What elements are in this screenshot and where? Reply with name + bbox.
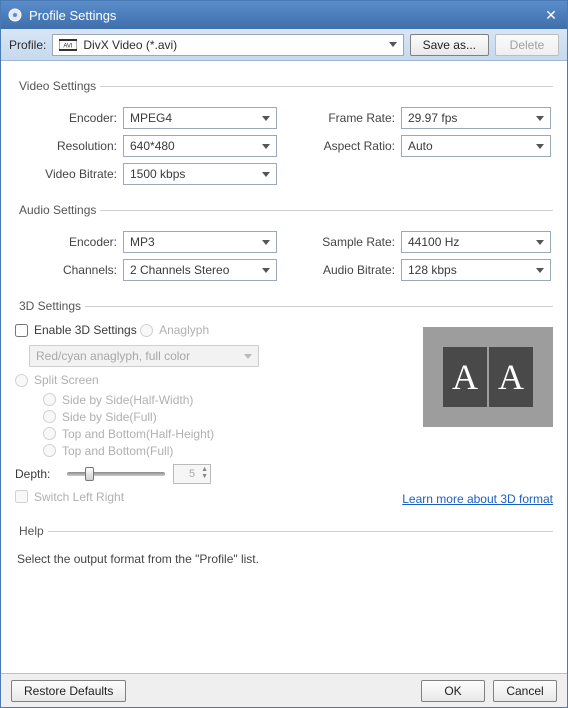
close-button[interactable]: ✕ [541,7,561,24]
resolution-combo[interactable]: 640*480 [123,135,277,157]
help-legend: Help [15,524,48,538]
framerate-combo[interactable]: 29.97 fps [401,107,551,129]
aspect-label: Aspect Ratio: [313,139,401,153]
sample-rate-combo[interactable]: 44100 Hz [401,231,551,253]
profile-settings-dialog: Profile Settings ✕ Profile: AVI DivX Vid… [0,0,568,708]
audio-bitrate-combo[interactable]: 128 kbps [401,259,551,281]
chevron-down-icon [262,172,270,177]
preview-tile-left: A [443,347,487,407]
learn-more-link[interactable]: Learn more about 3D format [402,492,553,506]
profile-toolbar: Profile: AVI DivX Video (*.avi) Save as.… [1,29,567,61]
profile-combobox[interactable]: AVI DivX Video (*.avi) [52,34,403,56]
chevron-down-icon [262,144,270,149]
sbs-full-label: Side by Side(Full) [62,410,157,424]
ok-button[interactable]: OK [421,680,485,702]
delete-label: Delete [510,38,545,52]
channels-combo[interactable]: 2 Channels Stereo [123,259,277,281]
anaglyph-mode-combo: Red/cyan anaglyph, full color [29,345,259,367]
cancel-button[interactable]: Cancel [493,680,557,702]
sbs-half-radio [43,393,56,406]
video-encoder-label: Encoder: [15,111,123,125]
tab-full-radio [43,444,56,457]
3d-settings-group: 3D Settings Enable 3D Settings Anaglyph … [15,299,553,512]
resolution-value: 640*480 [130,139,262,153]
audio-legend: Audio Settings [15,203,100,217]
video-settings-group: Video Settings Encoder: MPEG4 Frame Rate… [15,79,553,191]
tab-full-label: Top and Bottom(Full) [62,444,173,458]
preview-tile-right: A [489,347,533,407]
audio-encoder-combo[interactable]: MP3 [123,231,277,253]
tab-half-label: Top and Bottom(Half-Height) [62,427,214,441]
video-legend: Video Settings [15,79,100,93]
restore-defaults-button[interactable]: Restore Defaults [11,680,126,702]
titlebar: Profile Settings ✕ [1,1,567,29]
chevron-down-icon [262,240,270,245]
video-bitrate-label: Video Bitrate: [15,167,123,181]
ok-label: OK [444,684,461,698]
profile-label: Profile: [9,38,46,52]
chevron-down-icon [389,42,397,47]
dialog-footer: Restore Defaults OK Cancel [1,673,567,707]
chevron-down-icon [536,268,544,273]
audio-encoder-label: Encoder: [15,235,123,249]
switch-lr-checkbox [15,490,28,503]
enable-3d-label: Enable 3D Settings [34,323,137,337]
anaglyph-radio [140,324,153,337]
depth-slider[interactable] [67,472,165,476]
audio-bitrate-value: 128 kbps [408,263,536,277]
chevron-down-icon [262,116,270,121]
help-group: Help Select the output format from the "… [15,524,553,572]
sbs-full-radio [43,410,56,423]
3d-preview: A A [423,327,553,427]
aspect-value: Auto [408,139,536,153]
sample-rate-label: Sample Rate: [313,235,401,249]
sample-rate-value: 44100 Hz [408,235,536,249]
switch-lr-label: Switch Left Right [34,490,124,504]
chevron-down-icon [536,240,544,245]
window-title: Profile Settings [29,8,541,23]
video-encoder-value: MPEG4 [130,111,262,125]
svg-text:AVI: AVI [64,43,74,49]
channels-label: Channels: [15,263,123,277]
chevron-down-icon [536,116,544,121]
video-bitrate-value: 1500 kbps [130,167,262,181]
save-as-button[interactable]: Save as... [410,34,489,56]
content-area: Video Settings Encoder: MPEG4 Frame Rate… [1,61,567,673]
tab-half-radio [43,427,56,440]
anaglyph-label: Anaglyph [159,323,209,337]
app-icon [7,7,23,23]
3d-legend: 3D Settings [15,299,85,313]
chevron-down-icon [244,354,252,359]
depth-value: 5 [189,468,195,480]
video-bitrate-combo[interactable]: 1500 kbps [123,163,277,185]
depth-spinner: 5 ▲▼ [173,464,211,484]
spinner-arrows-icon: ▲▼ [201,466,208,480]
framerate-value: 29.97 fps [408,111,536,125]
restore-defaults-label: Restore Defaults [24,684,113,698]
chevron-down-icon [262,268,270,273]
audio-bitrate-label: Audio Bitrate: [313,263,401,277]
avi-format-icon: AVI [59,38,77,52]
profile-value: DivX Video (*.avi) [83,38,382,52]
split-screen-radio [15,374,28,387]
audio-settings-group: Audio Settings Encoder: MP3 Sample Rate:… [15,203,553,287]
split-screen-label: Split Screen [34,373,99,387]
audio-encoder-value: MP3 [130,235,262,249]
channels-value: 2 Channels Stereo [130,263,262,277]
resolution-label: Resolution: [15,139,123,153]
save-as-label: Save as... [423,38,476,52]
framerate-label: Frame Rate: [313,111,401,125]
delete-button: Delete [495,34,559,56]
help-message: Select the output format from the "Profi… [15,548,553,566]
aspect-combo[interactable]: Auto [401,135,551,157]
anaglyph-mode-value: Red/cyan anaglyph, full color [36,349,244,363]
cancel-label: Cancel [506,684,543,698]
slider-thumb[interactable] [85,467,94,481]
enable-3d-checkbox[interactable] [15,324,28,337]
video-encoder-combo[interactable]: MPEG4 [123,107,277,129]
sbs-half-label: Side by Side(Half-Width) [62,393,193,407]
depth-label: Depth: [15,467,59,481]
chevron-down-icon [536,144,544,149]
